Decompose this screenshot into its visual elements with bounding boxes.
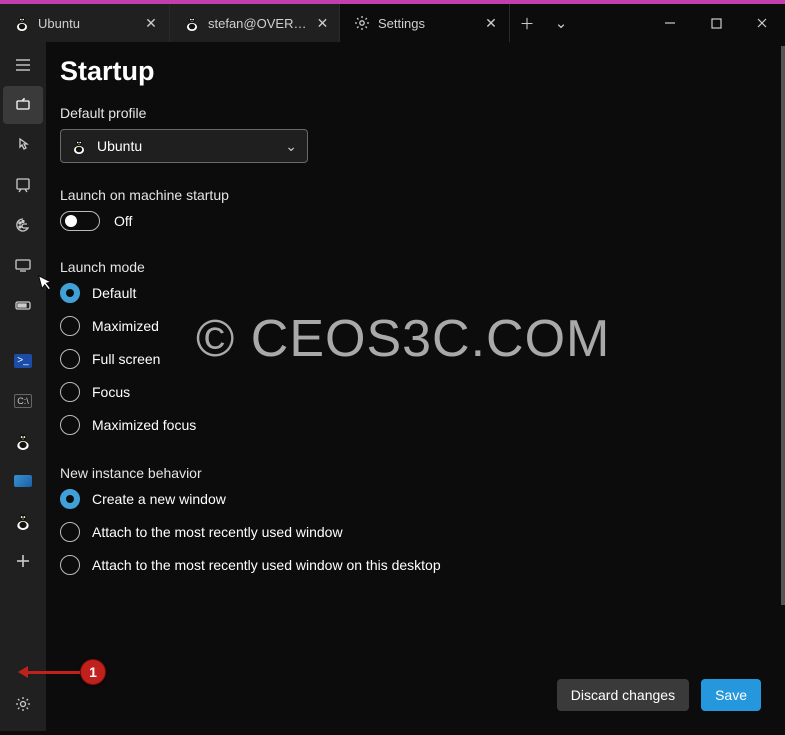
tab-label: stefan@OVERLORD <box>208 16 308 31</box>
radio-icon <box>60 283 80 303</box>
ubuntu-icon <box>14 15 30 31</box>
radio-launch-focus[interactable]: Focus <box>60 382 773 402</box>
ubuntu-icon <box>71 138 87 154</box>
sidebar-item-rendering[interactable] <box>3 246 43 284</box>
radio-label: Maximized <box>92 318 159 334</box>
sidebar-add-profile-button[interactable] <box>3 542 43 580</box>
settings-sidebar: >_ C:\ <box>0 42 46 731</box>
launch-mode-group: Default Maximized Full screen Focus Maxi… <box>60 283 773 435</box>
close-icon[interactable]: ✕ <box>316 15 329 31</box>
sidebar-item-appearance[interactable] <box>3 166 43 204</box>
sidebar-profile-cmd[interactable]: C:\ <box>3 382 43 420</box>
radio-newinstance-attach-desktop[interactable]: Attach to the most recently used window … <box>60 555 773 575</box>
radio-icon <box>60 349 80 369</box>
radio-icon <box>60 415 80 435</box>
chevron-down-icon: ⌄ <box>285 138 297 155</box>
sidebar-item-color-schemes[interactable] <box>3 206 43 244</box>
close-window-button[interactable] <box>739 4 785 42</box>
radio-icon <box>60 555 80 575</box>
launch-on-startup-toggle[interactable] <box>60 211 100 231</box>
discard-changes-button[interactable]: Discard changes <box>557 679 689 711</box>
tab-stefan[interactable]: stefan@OVERLORD ✕ <box>170 4 340 42</box>
sidebar-profile-ubuntu-1[interactable] <box>3 422 43 460</box>
maximize-button[interactable] <box>693 4 739 42</box>
sidebar-item-startup[interactable] <box>3 86 43 124</box>
radio-newinstance-attach-recent[interactable]: Attach to the most recently used window <box>60 522 773 542</box>
radio-label: Default <box>92 285 136 301</box>
scrollbar[interactable] <box>781 46 785 605</box>
window-controls <box>647 4 785 42</box>
ubuntu-icon <box>184 15 200 31</box>
radio-label: Focus <box>92 384 130 400</box>
launch-mode-label: Launch mode <box>60 259 773 275</box>
radio-launch-maximized[interactable]: Maximized <box>60 316 773 336</box>
tab-label: Ubuntu <box>38 16 135 31</box>
tabbar-actions: ＋ ⌄ <box>510 4 578 42</box>
tab-label: Settings <box>378 16 475 31</box>
new-instance-group: Create a new window Attach to the most r… <box>60 489 773 575</box>
minimize-button[interactable] <box>647 4 693 42</box>
sidebar-profile-ubuntu-2[interactable] <box>3 502 43 540</box>
radio-launch-default[interactable]: Default <box>60 283 773 303</box>
radio-newinstance-newwindow[interactable]: Create a new window <box>60 489 773 509</box>
close-icon[interactable]: ✕ <box>483 15 499 31</box>
new-tab-button[interactable]: ＋ <box>510 4 544 42</box>
close-icon[interactable]: ✕ <box>143 15 159 31</box>
save-button[interactable]: Save <box>701 679 761 711</box>
sidebar-item-actions[interactable] <box>3 286 43 324</box>
tab-dropdown-button[interactable]: ⌄ <box>544 4 578 42</box>
sidebar-item-interaction[interactable] <box>3 126 43 164</box>
radio-icon <box>60 316 80 336</box>
gear-icon <box>354 15 370 31</box>
hamburger-menu-button[interactable] <box>3 46 43 84</box>
radio-label: Full screen <box>92 351 160 367</box>
title-bar: Ubuntu ✕ stefan@OVERLORD ✕ Settings ✕ ＋ … <box>0 4 785 42</box>
default-profile-label: Default profile <box>60 105 773 121</box>
sidebar-profile-azure[interactable] <box>3 462 43 500</box>
radio-icon <box>60 522 80 542</box>
new-instance-label: New instance behavior <box>60 465 773 481</box>
sidebar-settings-gear[interactable] <box>3 685 43 723</box>
radio-icon <box>60 382 80 402</box>
radio-launch-maxfocus[interactable]: Maximized focus <box>60 415 773 435</box>
page-title: Startup <box>60 56 773 87</box>
dropdown-value: Ubuntu <box>97 138 275 154</box>
toggle-state-text: Off <box>114 213 132 229</box>
radio-label: Maximized focus <box>92 417 196 433</box>
launch-on-startup-label: Launch on machine startup <box>60 187 773 203</box>
radio-label: Attach to the most recently used window <box>92 524 343 540</box>
radio-launch-fullscreen[interactable]: Full screen <box>60 349 773 369</box>
radio-label: Create a new window <box>92 491 226 507</box>
radio-icon <box>60 489 80 509</box>
tab-settings[interactable]: Settings ✕ <box>340 4 510 42</box>
settings-content: Startup Default profile Ubuntu ⌄ Launch … <box>46 42 785 731</box>
sidebar-profile-powershell[interactable]: >_ <box>3 342 43 380</box>
tab-ubuntu[interactable]: Ubuntu ✕ <box>0 4 170 42</box>
radio-label: Attach to the most recently used window … <box>92 557 441 573</box>
footer-buttons: Discard changes Save <box>557 679 761 711</box>
default-profile-dropdown[interactable]: Ubuntu ⌄ <box>60 129 308 163</box>
